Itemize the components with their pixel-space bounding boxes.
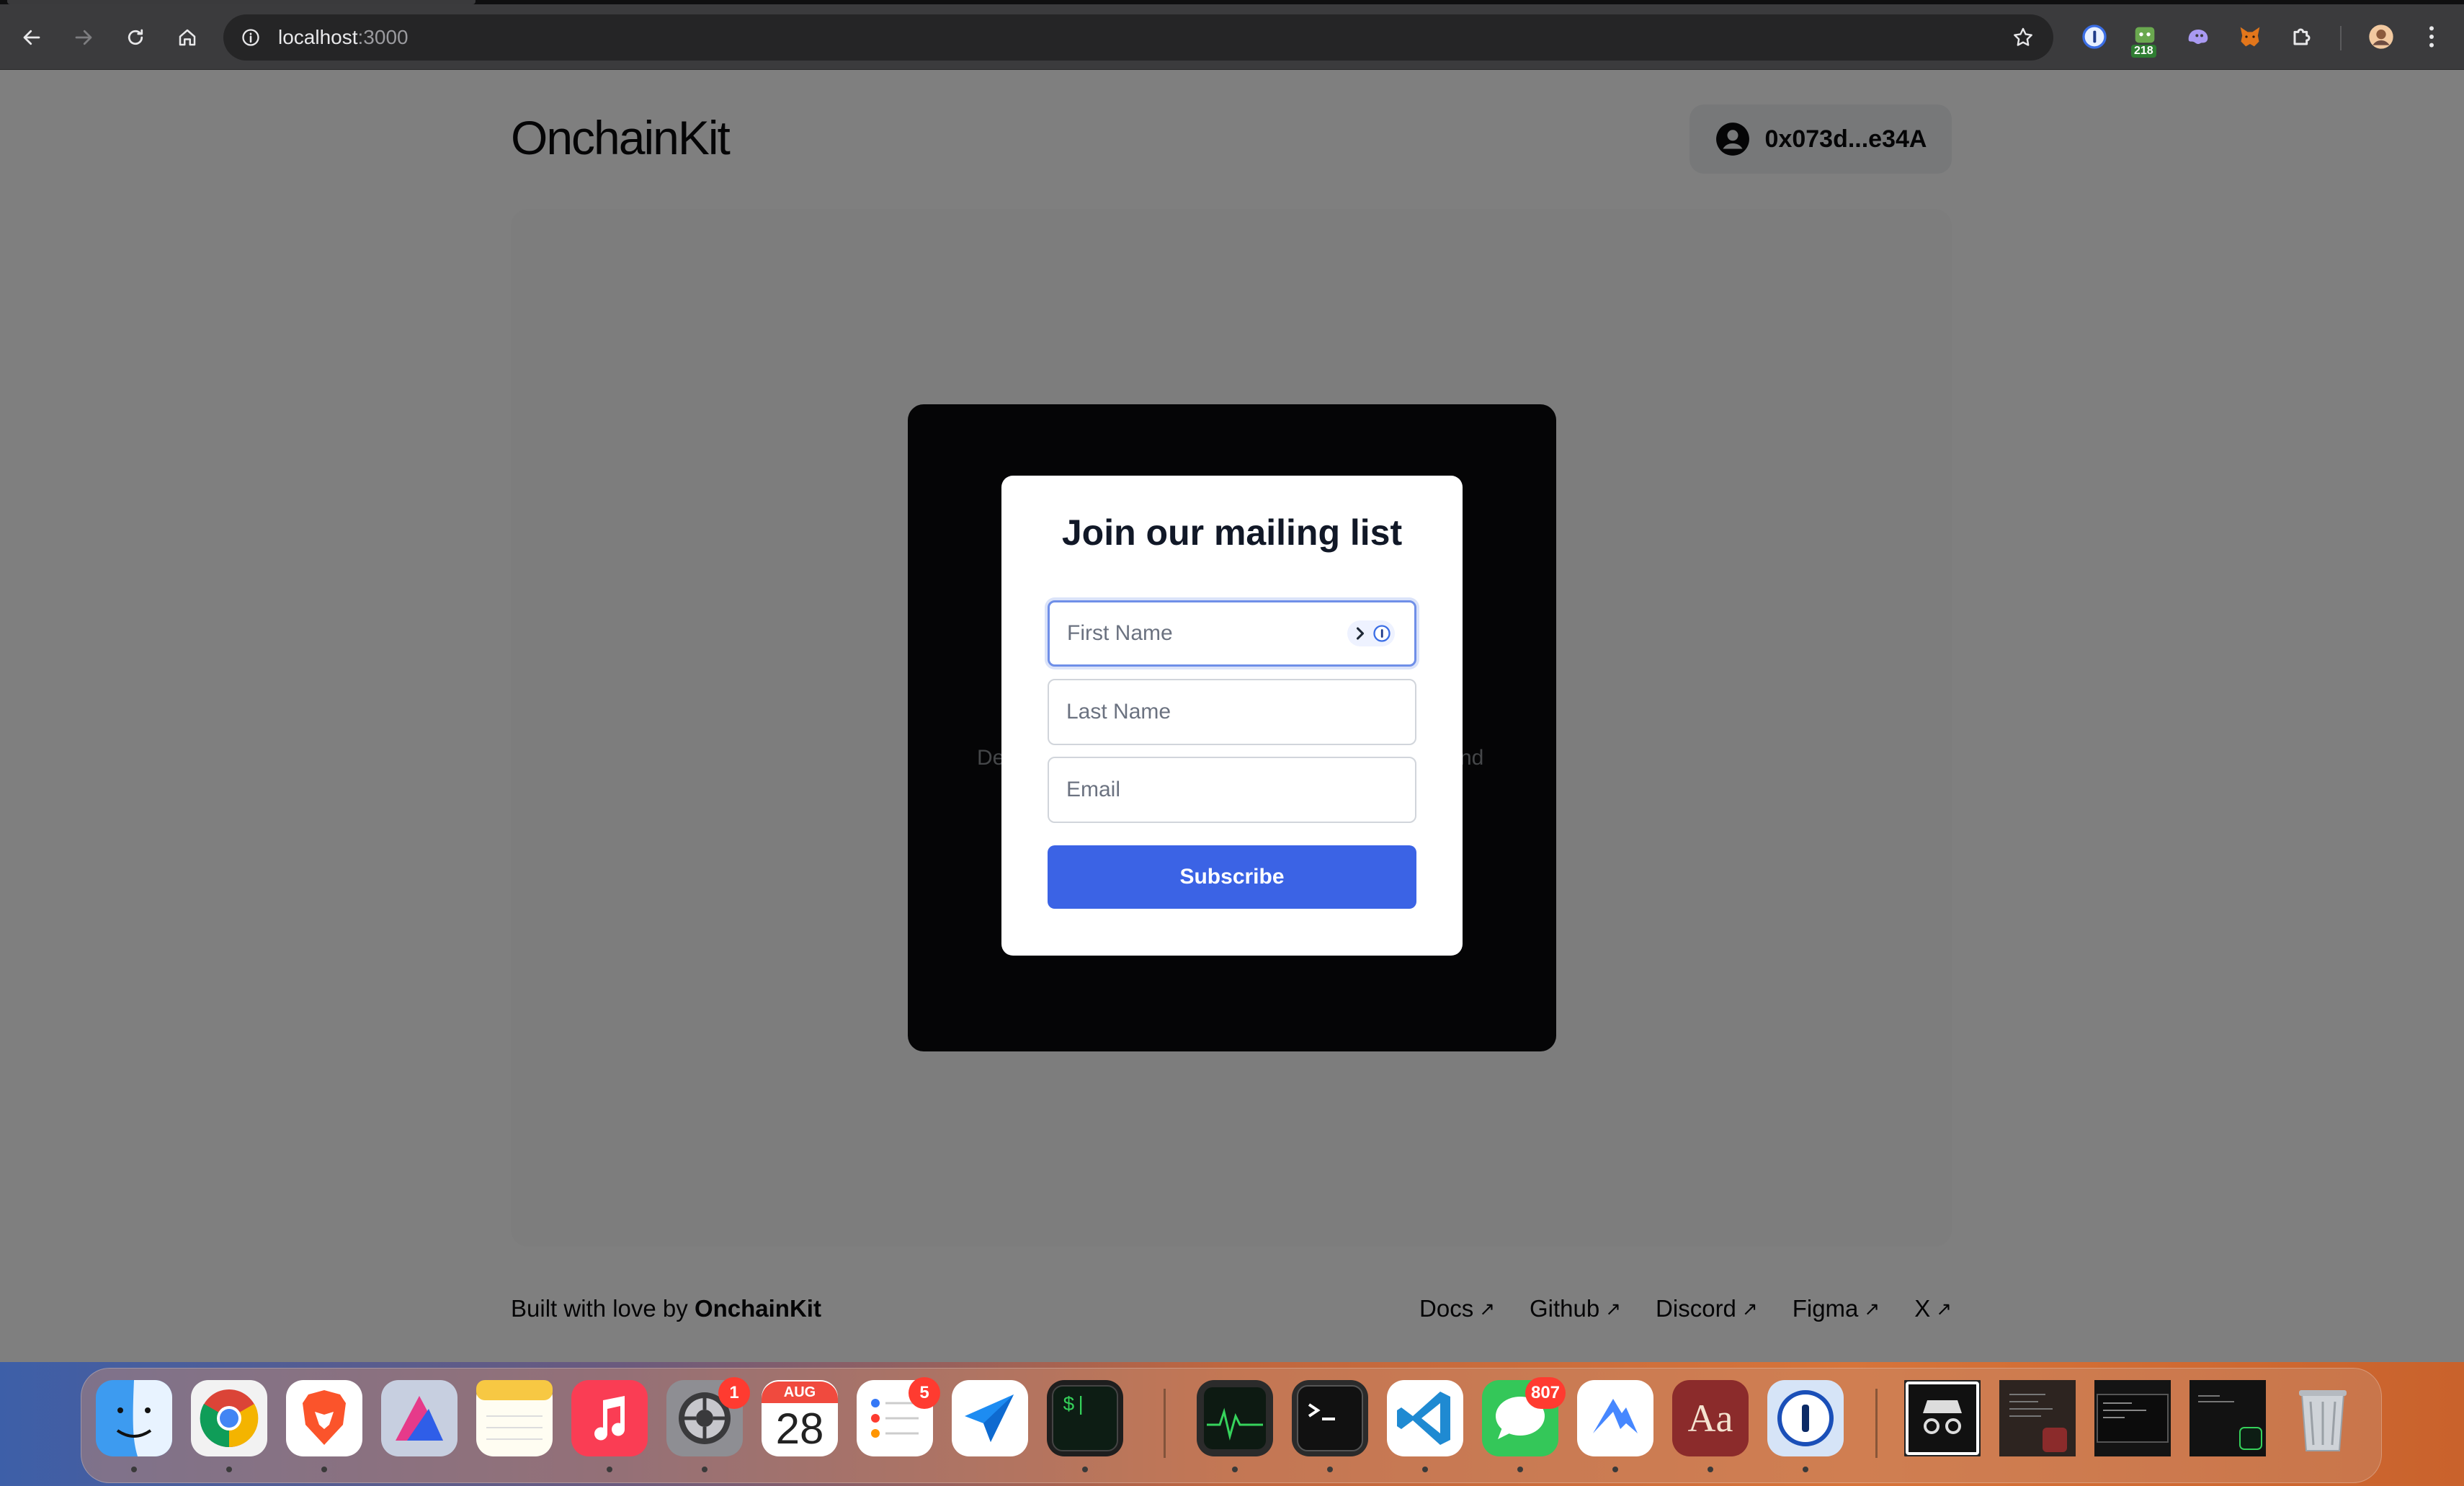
page-viewport: OnchainKit 0x073d...e34A De nd Built wit… [0, 70, 2464, 1362]
dock-app-terminal-dev[interactable]: $| [1047, 1380, 1123, 1456]
affinity-icon [381, 1380, 457, 1456]
window-thumbnail-icon [1999, 1380, 2076, 1456]
notification-badge: 807 [1525, 1377, 1566, 1409]
ghost-icon [2188, 30, 2208, 44]
home-button[interactable] [169, 19, 206, 56]
window-thumbnail-icon [2094, 1380, 2171, 1456]
notification-badge: 1 [718, 1377, 750, 1409]
dock-app-activity-monitor[interactable] [1197, 1380, 1273, 1456]
dock-app-dictionary[interactable]: Aa [1672, 1380, 1749, 1456]
running-indicator [131, 1467, 137, 1472]
dock-app-vscode[interactable] [1387, 1380, 1463, 1456]
notification-badge: 5 [909, 1377, 940, 1409]
profile-button[interactable] [2365, 20, 2398, 53]
toolbar-separator [2340, 26, 2342, 50]
notes-icon [476, 1380, 553, 1456]
dock-minimized-incognito[interactable] [1904, 1380, 1981, 1456]
subscribe-button[interactable]: Subscribe [1048, 845, 1416, 909]
forward-button[interactable] [65, 19, 102, 56]
phantom-extension[interactable] [2182, 20, 2215, 53]
dock-minimized-window[interactable] [2190, 1380, 2266, 1456]
extensions-button[interactable] [2285, 20, 2318, 53]
home-icon [179, 29, 196, 46]
wallet-extension[interactable]: 218 [2128, 20, 2161, 58]
dock-app-direct-mail[interactable] [952, 1380, 1028, 1456]
vscode-icon [1387, 1380, 1463, 1456]
running-indicator [702, 1467, 707, 1472]
macos-dock: 1 AUG 28 5 $| 807 Aa [81, 1368, 2382, 1483]
site-info-icon[interactable] [241, 27, 261, 48]
calendar-day: 28 [775, 1405, 824, 1453]
metamask-extension[interactable] [2233, 20, 2267, 53]
dock-app-terminal[interactable] [1292, 1380, 1368, 1456]
more-vertical-icon [2429, 26, 2434, 48]
reload-button[interactable] [117, 19, 154, 56]
dock-app-finder[interactable] [96, 1380, 172, 1456]
nordvpn-icon [1577, 1380, 1653, 1456]
dock-app-chrome[interactable] [191, 1380, 267, 1456]
1password-extension[interactable] [2078, 20, 2111, 53]
running-indicator [1803, 1467, 1808, 1472]
trash-icon [2299, 1390, 2347, 1451]
arrow-right-icon [75, 30, 92, 45]
last-name-input[interactable] [1048, 679, 1416, 745]
dock-minimized-window[interactable] [2094, 1380, 2171, 1456]
running-indicator [1082, 1467, 1088, 1472]
dock-app-music[interactable] [571, 1380, 648, 1456]
running-indicator [1327, 1467, 1333, 1472]
dock-app-brave[interactable] [286, 1380, 362, 1456]
finder-icon [96, 1380, 172, 1456]
window-thumbnail-icon [2190, 1380, 2266, 1456]
chrome-icon [191, 1380, 267, 1456]
dock-app-nordvpn[interactable] [1577, 1380, 1653, 1456]
bookmark-star-icon[interactable] [2012, 26, 2035, 49]
email-input[interactable] [1048, 757, 1416, 823]
running-indicator [321, 1467, 327, 1472]
1password-icon [2082, 25, 2107, 49]
dock-separator [1164, 1389, 1166, 1458]
incognito-icon [1904, 1380, 1981, 1456]
music-icon [571, 1380, 648, 1456]
running-indicator [1232, 1467, 1238, 1472]
url-host: localhost [278, 26, 358, 48]
modal-title: Join our mailing list [1061, 512, 1403, 553]
dock-app-calendar[interactable]: AUG 28 [762, 1380, 838, 1456]
dock-app-1password[interactable] [1767, 1380, 1844, 1456]
dictionary-icon: Aa [1687, 1397, 1733, 1440]
running-indicator [607, 1467, 612, 1472]
chevron-right-icon [1356, 627, 1365, 640]
fox-icon [2240, 27, 2260, 47]
dock-app-notes[interactable] [476, 1380, 553, 1456]
password-manager-autofill[interactable] [1347, 620, 1395, 646]
running-indicator [1612, 1467, 1618, 1472]
terminal-icon: $| [1047, 1380, 1123, 1456]
running-indicator [1708, 1467, 1713, 1472]
address-bar[interactable]: localhost:3000 [223, 14, 2053, 61]
svg-text:$|: $| [1063, 1394, 1087, 1417]
back-button[interactable] [13, 19, 50, 56]
running-indicator [1422, 1467, 1428, 1472]
browser-menu-button[interactable] [2415, 20, 2448, 53]
activity-monitor-icon [1197, 1380, 1273, 1456]
avatar-icon [2369, 25, 2393, 49]
browser-toolbar: localhost:3000 218 [0, 4, 2464, 70]
puzzle-icon [2293, 28, 2311, 45]
calendar-month: AUG [762, 1382, 838, 1403]
running-indicator [226, 1467, 232, 1472]
1password-icon [1373, 625, 1391, 642]
terminal-prompt-icon [1292, 1380, 1368, 1456]
arrow-left-icon [23, 30, 40, 45]
dock-minimized-window[interactable] [1999, 1380, 2076, 1456]
dock-trash[interactable] [2285, 1380, 2361, 1456]
brave-icon [286, 1380, 362, 1456]
reload-icon [128, 29, 143, 45]
extension-badge: 218 [2131, 45, 2156, 58]
dock-separator [1875, 1389, 1878, 1458]
paper-plane-icon [952, 1380, 1028, 1456]
1password-icon [1767, 1380, 1844, 1456]
url-port: :3000 [357, 26, 409, 48]
mailing-list-modal: Join our mailing list Subscribe [1001, 476, 1463, 956]
running-indicator [1517, 1467, 1523, 1472]
dock-app-affinity[interactable] [381, 1380, 457, 1456]
